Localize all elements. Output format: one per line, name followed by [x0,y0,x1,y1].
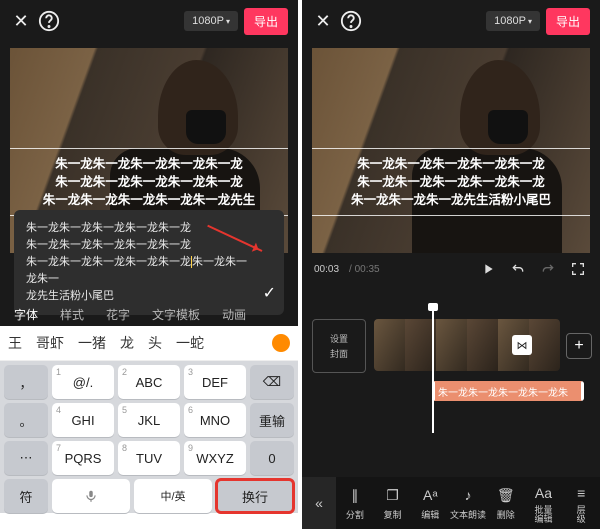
tool-delete[interactable]: 🗑删除 [487,485,525,521]
redo-button[interactable] [538,259,558,279]
key-mic[interactable] [52,479,130,513]
key-1[interactable]: 1@/. [52,365,114,399]
playhead[interactable] [432,307,434,433]
key-zero[interactable]: 0 [250,441,294,475]
fullscreen-button[interactable] [568,259,588,279]
tab-template[interactable]: 文字模板 [152,306,200,323]
toolbar-back-button[interactable]: « [302,477,336,529]
add-clip-button[interactable]: + [566,333,592,359]
tab-anim[interactable]: 动画 [222,306,246,323]
playback-bar: 00:03 / 00:35 [302,253,600,285]
export-button[interactable]: 导出 [546,8,590,35]
key-enter[interactable]: 换行 [216,479,294,513]
help-icon[interactable] [340,10,362,32]
video-track[interactable] [374,319,560,371]
resolution-chip[interactable]: 1080P▾ [486,11,540,31]
tab-style[interactable]: 样式 [60,306,84,323]
caption-overlay: 朱一龙朱一龙朱一龙朱一龙朱一龙 朱一龙朱一龙朱一龙朱一龙朱一龙 朱一龙朱一龙朱一… [10,148,288,216]
export-button[interactable]: 导出 [244,8,288,35]
key-9[interactable]: 9WXYZ [184,441,246,475]
transition-icon[interactable]: ⋈ [512,335,532,355]
play-button[interactable] [478,259,498,279]
key-2[interactable]: 2ABC [118,365,180,399]
timeline[interactable]: 设置封面 ⋈ + 朱一龙朱一龙朱一龙朱一龙朱 [302,289,600,439]
key-lang[interactable]: 中/英 [134,479,212,513]
help-icon[interactable] [38,10,60,32]
tool-batch[interactable]: Aa批量 编辑 [525,483,563,524]
current-time: 00:03 [314,264,339,275]
key-7[interactable]: 7PQRS [52,441,114,475]
tool-copy[interactable]: ❐复制 [374,485,412,521]
key-6[interactable]: 6MNO [184,403,246,437]
caption-overlay: 朱一龙朱一龙朱一龙朱一龙朱一龙 朱一龙朱一龙朱一龙朱一龙朱一龙 朱一龙朱一龙朱一… [312,148,590,216]
text-track-clip[interactable]: 朱一龙朱一龙朱一龙朱一龙朱 [432,381,584,401]
video-preview[interactable]: 朱一龙朱一龙朱一龙朱一龙朱一龙 朱一龙朱一龙朱一龙朱一龙朱一龙 朱一龙朱一龙朱一… [312,48,590,253]
key-reinput[interactable]: 重输 [250,403,294,437]
key-4[interactable]: 4GHI [52,403,114,437]
tool-tts[interactable]: ♪文本朗读 [449,485,487,521]
tab-font[interactable]: 字体 [14,306,38,323]
ime-logo-icon [272,334,290,352]
key-3[interactable]: 3DEF [184,365,246,399]
key-symbol[interactable]: 符 [4,479,48,513]
candidate[interactable]: 王 [8,333,22,353]
tool-split[interactable]: ∥分割 [336,485,374,521]
key-5[interactable]: 5JKL [118,403,180,437]
bottom-toolbar: « ∥分割 ❐复制 Aᵃ编辑 ♪文本朗读 🗑删除 Aa批量 编辑 ≡层 级 [302,477,600,529]
keyboard: 王 哥虾 一猪 龙 头 一蛇 ， 1@/. 2ABC 3DEF ⌫ 。 4GHI [0,326,298,529]
candidate[interactable]: 一猪 [78,333,106,353]
key-8[interactable]: 8TUV [118,441,180,475]
key-comma[interactable]: ， [4,365,48,399]
undo-button[interactable] [508,259,528,279]
cover-setting-button[interactable]: 设置封面 [312,319,366,373]
key-more[interactable]: ⋯ [4,441,48,475]
key-period[interactable]: 。 [4,403,48,437]
resolution-chip[interactable]: 1080P▾ [184,11,238,31]
candidate[interactable]: 龙 [120,333,134,353]
candidate[interactable]: 哥虾 [36,333,64,353]
tool-edit[interactable]: Aᵃ编辑 [411,485,449,521]
candidate-bar: 王 哥虾 一猪 龙 头 一蛇 [0,326,298,361]
tab-flower[interactable]: 花字 [106,306,130,323]
candidate[interactable]: 一蛇 [176,333,204,353]
candidate[interactable]: 头 [148,333,162,353]
close-icon[interactable]: ✕ [10,10,32,32]
key-backspace[interactable]: ⌫ [250,365,294,399]
close-icon[interactable]: ✕ [312,10,334,32]
tool-layer[interactable]: ≡层 级 [562,483,600,524]
